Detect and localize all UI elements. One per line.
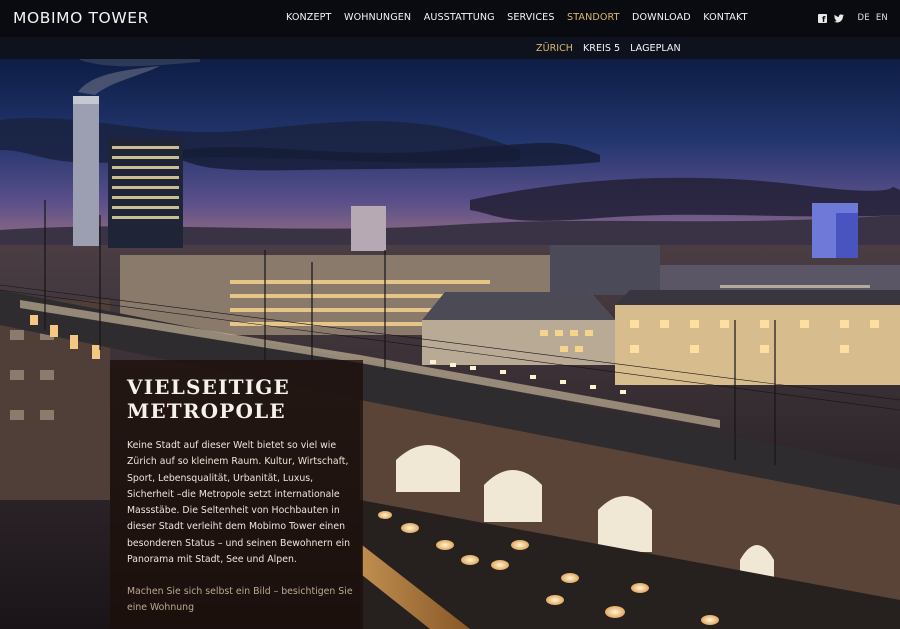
language-de[interactable]: DE	[858, 13, 870, 23]
facebook-icon[interactable]: f	[817, 13, 827, 23]
sub-navigation: ZÜRICH KREIS 5 LAGEPLAN	[536, 43, 691, 54]
subnav-item-zuerich[interactable]: ZÜRICH	[536, 43, 573, 54]
social-and-language: f DE EN	[817, 13, 888, 23]
body-paragraph: Keine Stadt auf dieser Welt bietet so vi…	[127, 440, 350, 566]
headline-line-1: VIELSEITIGE	[127, 375, 290, 399]
top-navigation-bar: MOBIMO TOWER KONZEPT WOHNUNGEN AUSSTATTU…	[0, 0, 900, 37]
main-navigation: KONZEPT WOHNUNGEN AUSSTATTUNG SERVICES S…	[286, 12, 760, 23]
twitter-icon[interactable]	[833, 13, 844, 23]
nav-item-wohnungen[interactable]: WOHNUNGEN	[344, 12, 411, 23]
visit-apartment-link[interactable]: Machen Sie sich selbst ein Bild – besich…	[127, 584, 359, 617]
subnav-item-kreis-5[interactable]: KREIS 5	[583, 43, 620, 54]
nav-item-services[interactable]: SERVICES	[507, 12, 554, 23]
sub-navigation-bar: ZÜRICH KREIS 5 LAGEPLAN	[0, 37, 900, 59]
nav-item-kontakt[interactable]: KONTAKT	[703, 12, 747, 23]
nav-item-download[interactable]: DOWNLOAD	[632, 12, 691, 23]
nav-item-konzept[interactable]: KONZEPT	[286, 12, 331, 23]
nav-item-standort[interactable]: STANDORT	[567, 12, 620, 23]
nav-item-ausstattung[interactable]: AUSSTATTUNG	[424, 12, 495, 23]
headline-line-2: METROPOLE	[127, 399, 286, 423]
brand-logo[interactable]: MOBIMO TOWER	[13, 9, 149, 27]
page-headline: VIELSEITIGE METROPOLE	[127, 375, 347, 423]
subnav-item-lageplan[interactable]: LAGEPLAN	[630, 43, 681, 54]
language-en[interactable]: EN	[876, 13, 888, 23]
